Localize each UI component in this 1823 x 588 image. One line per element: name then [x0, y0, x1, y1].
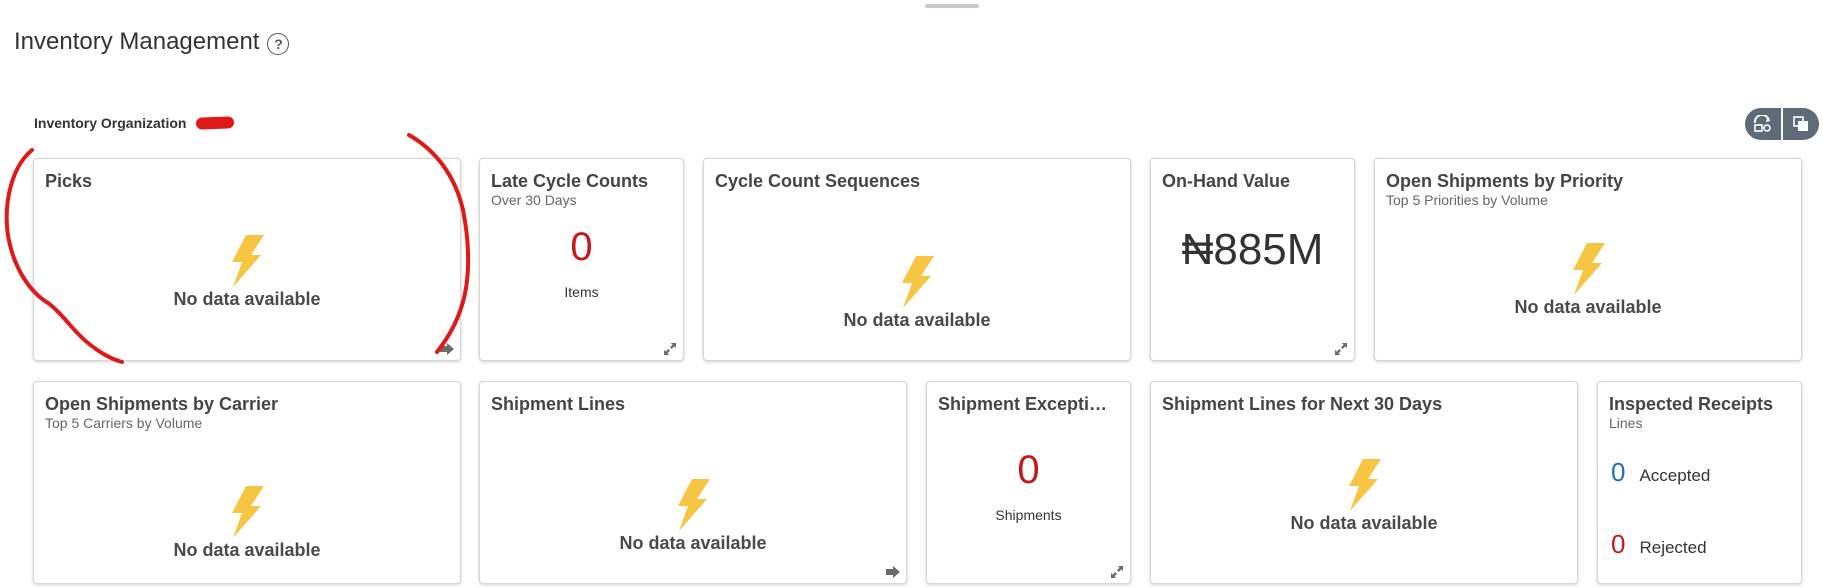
tile-title: Shipment Excepti…	[938, 394, 1108, 414]
empty-state: No data available	[480, 479, 906, 554]
empty-state: No data available	[704, 256, 1130, 331]
lightning-icon	[900, 256, 934, 308]
tile-subtitle: Over 30 Days	[491, 192, 577, 208]
organization-value-redacted[interactable]	[196, 116, 235, 130]
accepted-count: 0	[1611, 457, 1626, 487]
navigate-arrow-icon[interactable]	[886, 566, 900, 578]
drag-handle[interactable]	[925, 4, 979, 8]
metric-value: 0	[570, 225, 593, 269]
accepted-row[interactable]: 0 Accepted	[1611, 457, 1710, 488]
lightning-icon	[230, 235, 264, 287]
lightning-icon	[1571, 243, 1605, 295]
expand-icon[interactable]	[1110, 566, 1124, 578]
tile-title: Shipment Lines for Next 30 Days	[1162, 394, 1443, 414]
empty-state: No data available	[1151, 459, 1577, 534]
inventory-organization: Inventory Organization	[34, 115, 235, 131]
lightning-icon	[676, 479, 710, 531]
metric-caption: Items	[564, 284, 599, 300]
tile-title: Late Cycle Counts	[491, 171, 649, 191]
lightning-icon	[230, 486, 264, 538]
tile-cycle-count-sequences[interactable]: Cycle Count Sequences No data available	[703, 158, 1131, 361]
question-circle-icon[interactable]: ?	[267, 33, 290, 55]
no-data-text: No data available	[173, 540, 321, 560]
tile-title: Open Shipments by Priority	[1386, 171, 1624, 191]
tile-title: On-Hand Value	[1162, 171, 1291, 191]
tile-title: Open Shipments by Carrier	[45, 394, 279, 414]
tile-title: Shipment Lines	[491, 394, 626, 414]
no-data-text: No data available	[1290, 513, 1438, 533]
metric-caption: Shipments	[995, 507, 1062, 523]
tile-subtitle: Top 5 Carriers by Volume	[45, 415, 203, 431]
layout-toolbar	[1745, 108, 1819, 140]
lightning-icon	[1347, 459, 1381, 511]
page-title: Inventory Management	[14, 28, 260, 55]
no-data-text: No data available	[1514, 297, 1662, 317]
on-hand-amount: ₦885M	[1181, 225, 1324, 274]
organization-label: Inventory Organization	[34, 115, 187, 131]
rejected-label: Rejected	[1639, 538, 1707, 557]
no-data-text: No data available	[843, 310, 991, 330]
expand-icon[interactable]	[1334, 343, 1348, 355]
tile-open-shipments-priority[interactable]: Open Shipments by Priority Top 5 Priorit…	[1374, 158, 1802, 361]
copy-layout-icon	[1793, 116, 1808, 131]
tile-title: Cycle Count Sequences	[715, 171, 921, 191]
tile-late-cycle-counts[interactable]: Late Cycle Counts Over 30 Days 0 Items	[479, 158, 684, 361]
empty-state: No data available	[34, 486, 460, 561]
rejected-count: 0	[1611, 529, 1626, 559]
copy-layout-button[interactable]	[1783, 108, 1819, 140]
tile-open-shipments-carrier[interactable]: Open Shipments by Carrier Top 5 Carriers…	[33, 381, 461, 584]
tile-shipment-exceptions[interactable]: Shipment Excepti… 0 Shipments	[926, 381, 1131, 584]
metric-value: 0	[1017, 448, 1040, 492]
tile-picks[interactable]: Picks No data available	[33, 158, 461, 361]
rejected-row[interactable]: 0 Rejected	[1611, 529, 1707, 560]
tile-title: Picks	[45, 171, 93, 191]
tile-shipment-lines[interactable]: Shipment Lines No data available	[479, 381, 907, 584]
tile-inspected-receipts[interactable]: Inspected Receipts Lines 0 Accepted 0 Re…	[1597, 381, 1802, 584]
personalize-button[interactable]	[1745, 108, 1781, 140]
expand-icon[interactable]	[663, 343, 677, 355]
page-header: Inventory Management ?	[14, 28, 290, 56]
tile-title: Inspected Receipts	[1609, 394, 1774, 414]
tile-on-hand-value[interactable]: On-Hand Value ₦885M	[1150, 158, 1355, 361]
empty-state: No data available	[34, 235, 460, 310]
tile-shipment-lines-next-30-days[interactable]: Shipment Lines for Next 30 Days No data …	[1150, 381, 1578, 584]
personalize-icon	[1753, 115, 1771, 132]
no-data-text: No data available	[173, 289, 321, 309]
tile-subtitle: Top 5 Priorities by Volume	[1386, 192, 1548, 208]
empty-state: No data available	[1375, 243, 1801, 318]
tile-subtitle: Lines	[1609, 415, 1643, 431]
navigate-arrow-icon[interactable]	[440, 343, 454, 355]
accepted-label: Accepted	[1639, 466, 1711, 485]
no-data-text: No data available	[619, 533, 767, 553]
